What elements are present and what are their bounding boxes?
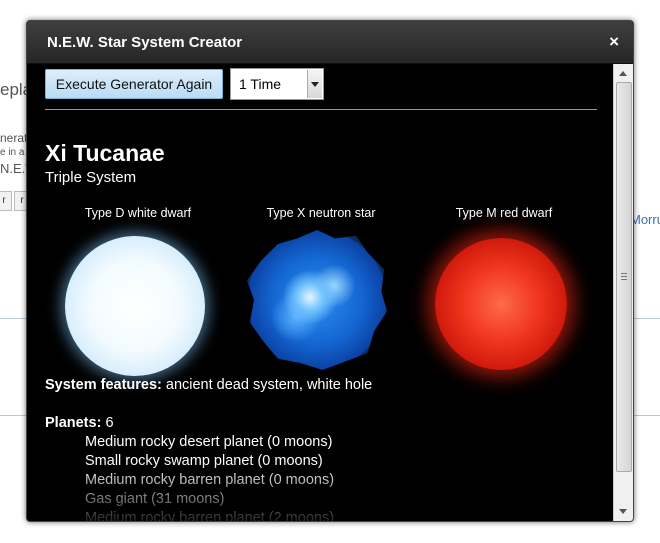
bg-divider bbox=[632, 415, 660, 416]
system-features-label: System features: bbox=[45, 377, 162, 393]
bg-button[interactable]: r bbox=[0, 191, 12, 211]
vertical-scrollbar[interactable] bbox=[613, 64, 633, 521]
list-item: Gas giant (31 moons) bbox=[85, 491, 225, 507]
bg-divider bbox=[632, 318, 660, 319]
system-features: System features: ancient dead system, wh… bbox=[45, 377, 372, 393]
planet-list: Medium rocky desert planet (0 moons) Sma… bbox=[85, 433, 334, 521]
divider bbox=[45, 109, 597, 110]
system-features-value: ancient dead system, white hole bbox=[165, 377, 373, 393]
list-item: Medium rocky barren planet (0 moons) bbox=[85, 472, 335, 488]
star-system-dialog: N.E.W. Star System Creator × Execute Gen… bbox=[26, 20, 634, 522]
star-label-neutron-star: Type X neutron star bbox=[266, 206, 376, 220]
dialog-content: Execute Generator Again 1 Time Xi Tucana… bbox=[27, 64, 613, 521]
bg-link-fragment[interactable]: Morru bbox=[630, 212, 660, 227]
list-item: Medium rocky barren planet (2 moons) bbox=[85, 510, 335, 521]
planets-summary: Planets: 6 bbox=[45, 415, 114, 431]
times-select[interactable]: 1 Time bbox=[230, 68, 324, 100]
scroll-down-icon[interactable] bbox=[616, 504, 631, 519]
star-label-red-dwarf: Type M red dwarf bbox=[455, 206, 553, 220]
neutron-star-image bbox=[247, 230, 387, 370]
dialog-title: N.E.W. Star System Creator bbox=[47, 34, 243, 51]
times-select-value: 1 Time bbox=[239, 76, 282, 92]
system-type: Triple System bbox=[45, 169, 137, 186]
dialog-titlebar[interactable]: N.E.W. Star System Creator × bbox=[27, 21, 633, 64]
list-item: Small rocky swamp planet (0 moons) bbox=[85, 453, 323, 469]
bg-divider bbox=[0, 318, 26, 319]
grip-icon bbox=[621, 273, 627, 274]
bg-text-fragment: e in a bbox=[0, 147, 25, 158]
red-dwarf-image bbox=[435, 238, 567, 370]
white-dwarf-image bbox=[65, 236, 205, 376]
bg-divider bbox=[0, 415, 26, 416]
planets-count: 6 bbox=[105, 415, 114, 431]
close-icon[interactable]: × bbox=[609, 32, 619, 52]
star-label-white-dwarf: Type D white dwarf bbox=[84, 206, 192, 220]
scrollbar-thumb[interactable] bbox=[616, 82, 632, 472]
execute-generator-button[interactable]: Execute Generator Again bbox=[45, 69, 223, 99]
chevron-down-icon[interactable] bbox=[307, 70, 322, 98]
system-name: Xi Tucanae bbox=[45, 140, 165, 166]
scroll-up-icon[interactable] bbox=[616, 66, 631, 81]
bg-text-fragment: nerat bbox=[0, 131, 28, 145]
list-item: Medium rocky desert planet (0 moons) bbox=[85, 434, 333, 450]
planets-label: Planets: bbox=[45, 415, 102, 431]
